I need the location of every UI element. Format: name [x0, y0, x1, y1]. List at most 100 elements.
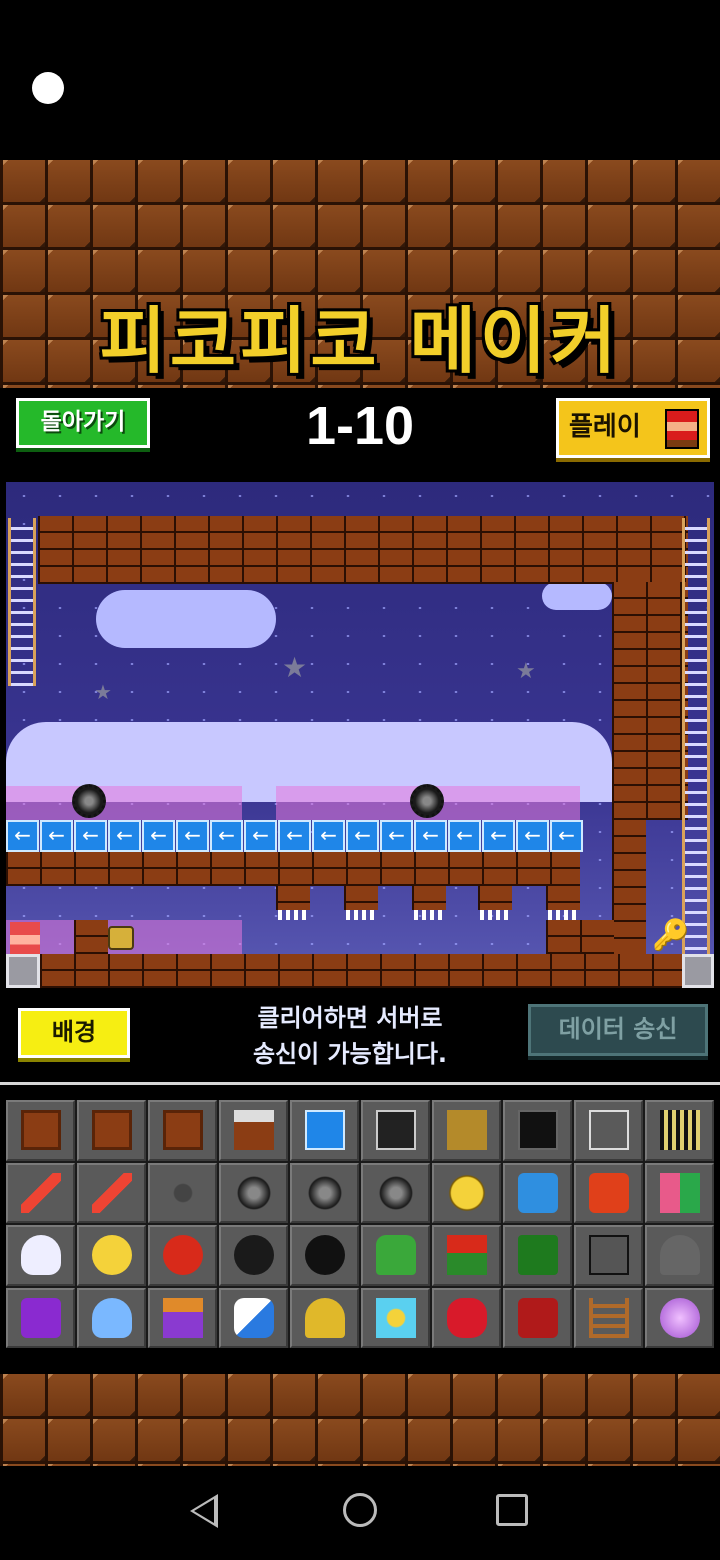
stone-block: [6, 954, 40, 988]
palette-slot[interactable]: [432, 1100, 501, 1161]
brick-block: [546, 920, 614, 954]
palette-slot[interactable]: [361, 1287, 430, 1348]
spike-ball-icon: [233, 1172, 274, 1213]
palette-slot[interactable]: [77, 1100, 146, 1161]
lock-icon: [108, 926, 134, 950]
brick-pillar: [276, 886, 310, 910]
color-blocks-icon: [659, 1172, 700, 1213]
black-blob-icon: [233, 1235, 274, 1276]
conveyor-tile: ←: [278, 820, 311, 852]
palette-slot[interactable]: [361, 1100, 430, 1161]
palette-slot[interactable]: [503, 1287, 572, 1348]
info-line-2: 송신이 가능합니다.: [252, 1040, 448, 1068]
palette-slot[interactable]: [645, 1162, 714, 1223]
black-block-icon: [517, 1110, 558, 1151]
palette-slot[interactable]: [77, 1225, 146, 1286]
gold-block-icon: [446, 1110, 487, 1151]
send-data-button[interactable]: 데이터 송신: [528, 1004, 708, 1056]
ghost-icon: [20, 1235, 61, 1276]
palette-slot[interactable]: [148, 1287, 217, 1348]
nav-recents-icon[interactable]: [496, 1494, 528, 1526]
brick-wall: [612, 820, 646, 960]
palette-slot[interactable]: [503, 1162, 572, 1223]
palette-slot[interactable]: [148, 1100, 217, 1161]
palette-slot[interactable]: [645, 1287, 714, 1348]
palette-slot[interactable]: [574, 1225, 643, 1286]
bubble-shield-icon: [375, 1297, 416, 1338]
ceiling-spikes: [414, 910, 444, 920]
brick-pillar: [344, 886, 378, 910]
palette-slot[interactable]: [77, 1162, 146, 1223]
play-button[interactable]: 플레이: [556, 398, 710, 458]
palette-slot[interactable]: [290, 1225, 359, 1286]
palette-slot[interactable]: [6, 1225, 75, 1286]
pink-zone: [6, 786, 242, 820]
info-message: 클리어하면 서버로 송신이 가능합니다.: [200, 1000, 500, 1072]
background-button[interactable]: 배경: [18, 1008, 130, 1058]
palette-slot[interactable]: [219, 1225, 288, 1286]
chick-icon: [91, 1235, 132, 1276]
palette-slot[interactable]: [645, 1225, 714, 1286]
palette-slot[interactable]: [148, 1225, 217, 1286]
palette-slot[interactable]: [503, 1225, 572, 1286]
palette-slot[interactable]: [645, 1100, 714, 1161]
palette-slot[interactable]: [503, 1100, 572, 1161]
green-pipe-icon: [517, 1235, 558, 1276]
conveyor-tile: ←: [448, 820, 481, 852]
conveyor-blocks-icon: [304, 1110, 345, 1151]
palette-slot[interactable]: [361, 1162, 430, 1223]
red-bird-icon: [162, 1235, 203, 1276]
palette-slot[interactable]: [6, 1287, 75, 1348]
purple-orb-icon: [659, 1297, 700, 1338]
palette-slot[interactable]: [148, 1162, 217, 1223]
brick-ground: [40, 954, 682, 988]
stone-block: [682, 954, 714, 988]
player-character-icon: [665, 409, 699, 449]
nav-home-icon[interactable]: [343, 1493, 377, 1527]
brick-block-icon: [20, 1110, 61, 1151]
conveyor-tile: ←: [176, 820, 209, 852]
palette-slot[interactable]: [6, 1100, 75, 1161]
brick-ceiling: [38, 516, 688, 584]
ceiling-spikes: [548, 910, 578, 920]
palette-slot[interactable]: [432, 1287, 501, 1348]
fire-bar-icon: [20, 1172, 61, 1213]
divider: [0, 1082, 720, 1085]
conveyor-tile: ←: [516, 820, 549, 852]
brick-horizontal-move-icon: [162, 1110, 203, 1151]
palette-slot[interactable]: [219, 1162, 288, 1223]
conveyor-tile: ←: [210, 820, 243, 852]
capsule-icon: [233, 1297, 274, 1338]
nav-back-icon[interactable]: [190, 1494, 218, 1528]
palette-slot[interactable]: [290, 1287, 359, 1348]
spike-ball-horizontal-icon: [375, 1172, 416, 1213]
ceiling-spikes: [278, 910, 308, 920]
wings-icon: [91, 1297, 132, 1338]
bomb-icon: [304, 1235, 345, 1276]
palette-slot[interactable]: [219, 1100, 288, 1161]
palette-slot[interactable]: [574, 1287, 643, 1348]
brick-floor-middle: [6, 852, 580, 886]
palette-slot[interactable]: [361, 1225, 430, 1286]
palette-slot[interactable]: [432, 1225, 501, 1286]
play-button-label: 플레이: [569, 412, 641, 442]
palette-slot[interactable]: [290, 1100, 359, 1161]
level-editor-canvas[interactable]: ★ ★ ★ ← ← ← ← ← ← ← ← ← ← ← ← ← ← ← ← ← …: [6, 482, 714, 988]
system-nav-bar: [0, 1466, 720, 1560]
spike-ball-icon: [410, 784, 444, 818]
red-switch-block-icon: [588, 1172, 629, 1213]
palette-slot[interactable]: [574, 1162, 643, 1223]
palette-slot[interactable]: [219, 1287, 288, 1348]
cannon-icon: [588, 1235, 629, 1276]
purple-boot-icon: [20, 1297, 61, 1338]
launcher-icon: [659, 1235, 700, 1276]
brick-pillar: [478, 886, 512, 910]
spike-ball-icon: [72, 784, 106, 818]
palette-slot[interactable]: [6, 1162, 75, 1223]
brick-pillar: [412, 886, 446, 910]
palette-slot[interactable]: [574, 1100, 643, 1161]
conveyor-tile: ←: [346, 820, 379, 852]
palette-slot[interactable]: [432, 1162, 501, 1223]
palette-slot[interactable]: [77, 1287, 146, 1348]
palette-slot[interactable]: [290, 1162, 359, 1223]
